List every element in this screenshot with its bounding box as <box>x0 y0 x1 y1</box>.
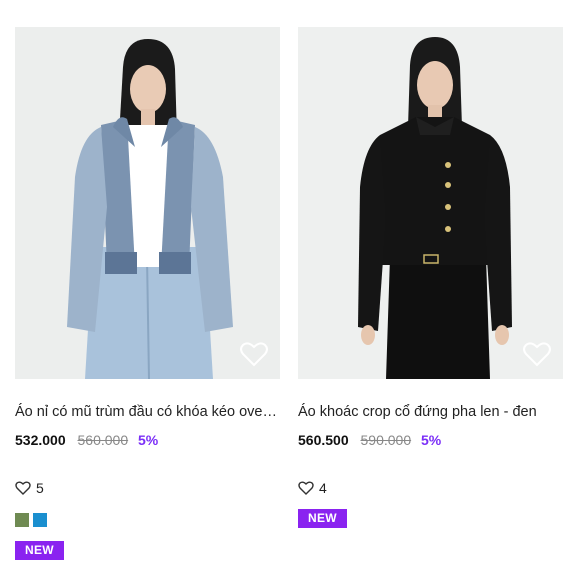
heart-outline-icon <box>298 481 314 495</box>
product-image[interactable] <box>298 27 563 379</box>
price-row: 532.000 560.000 5% <box>15 431 280 449</box>
sale-price: 560.500 <box>298 432 349 448</box>
new-badge: NEW <box>298 509 347 528</box>
heart-icon[interactable] <box>523 341 551 367</box>
product-photo <box>298 27 563 379</box>
discount-percent: 5% <box>421 432 442 448</box>
original-price: 590.000 <box>360 432 412 448</box>
new-badge: NEW <box>15 541 64 560</box>
color-swatches <box>15 513 280 527</box>
discount-percent: 5% <box>138 432 159 448</box>
price-row: 560.500 590.000 5% <box>298 431 563 449</box>
color-swatch-blue[interactable] <box>33 513 47 527</box>
product-title[interactable]: Áo khoác crop cổ đứng pha len - đen <box>298 403 560 421</box>
sale-price: 532.000 <box>15 432 66 448</box>
like-count-value: 4 <box>319 480 327 496</box>
like-count-value: 5 <box>36 480 44 496</box>
like-count: 5 <box>15 479 280 497</box>
product-card[interactable]: Áo nỉ có mũ trùm đầu có khóa kéo overd..… <box>15 27 280 560</box>
heart-outline-icon <box>15 481 31 495</box>
product-title[interactable]: Áo nỉ có mũ trùm đầu có khóa kéo overd..… <box>15 403 277 421</box>
product-card[interactable]: Áo khoác crop cổ đứng pha len - đen 560.… <box>298 27 563 528</box>
product-photo <box>15 27 280 379</box>
heart-icon[interactable] <box>240 341 268 367</box>
like-count: 4 <box>298 479 563 497</box>
original-price: 560.000 <box>77 432 129 448</box>
color-swatch-green[interactable] <box>15 513 29 527</box>
product-image[interactable] <box>15 27 280 379</box>
